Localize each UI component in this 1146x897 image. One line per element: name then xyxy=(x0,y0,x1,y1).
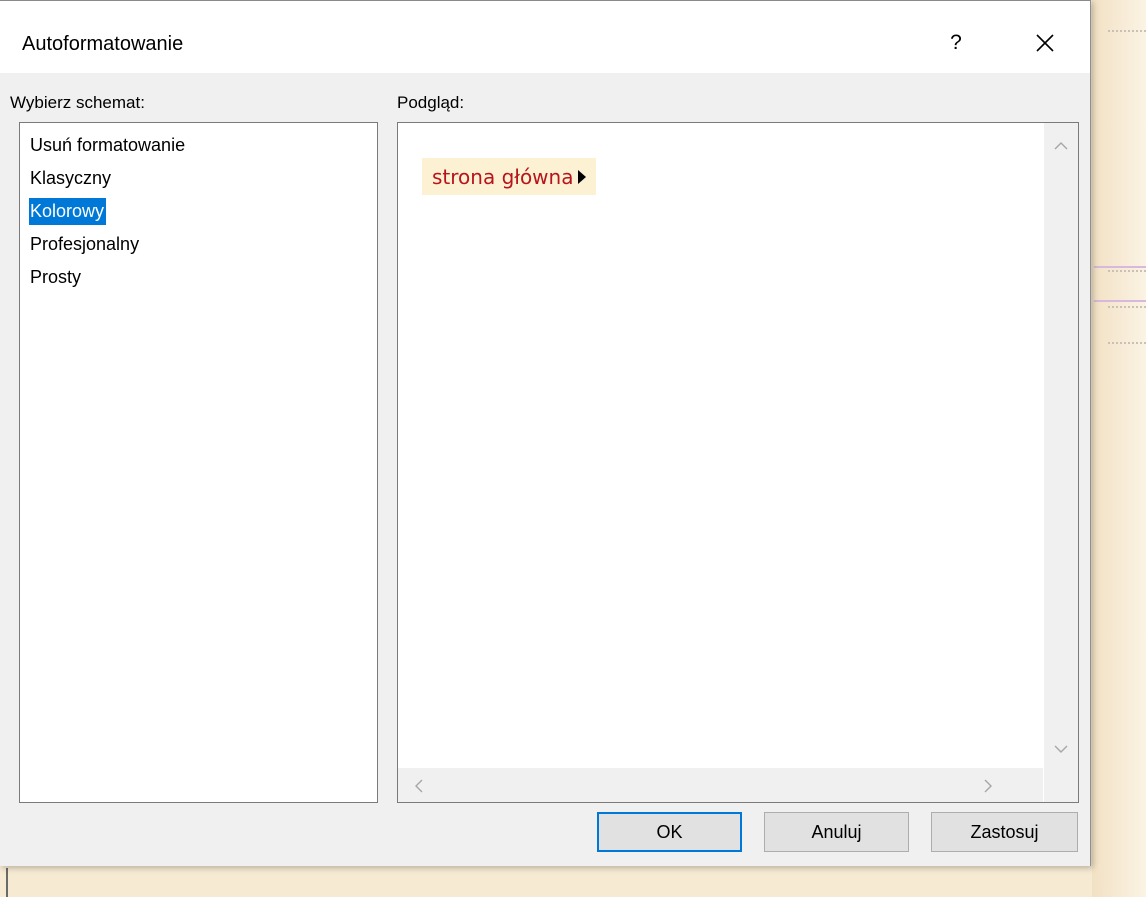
background-divider xyxy=(6,868,8,897)
scheme-item-professional[interactable]: Profesjonalny xyxy=(30,228,377,261)
scheme-item-label: Klasyczny xyxy=(30,168,112,188)
background-app-area xyxy=(1092,0,1146,897)
scheme-item-label: Prosty xyxy=(30,267,82,287)
background-divider xyxy=(1108,342,1146,344)
preview-sitemap-path: strona główna xyxy=(422,158,597,195)
background-divider xyxy=(1108,270,1146,272)
chevron-up-icon[interactable] xyxy=(1053,138,1069,154)
autoformat-dialog: Autoformatowanie ? Wybierz schemat: Podg… xyxy=(0,0,1091,866)
background-divider xyxy=(1108,306,1146,308)
background-divider xyxy=(1094,266,1146,268)
background-app-area xyxy=(0,866,1092,897)
dialog-titlebar: Autoformatowanie ? xyxy=(0,1,1090,73)
ok-button[interactable]: OK xyxy=(597,812,742,852)
chevron-right-icon[interactable] xyxy=(980,778,996,794)
horizontal-scrollbar[interactable] xyxy=(398,768,1043,802)
chevron-left-icon[interactable] xyxy=(411,778,427,794)
scheme-item-remove-formatting[interactable]: Usuń formatowanie xyxy=(30,129,377,162)
scheme-item-classic[interactable]: Klasyczny xyxy=(30,162,377,195)
preview-label: Podgląd: xyxy=(397,93,465,112)
scheme-item-label: Profesjonalny xyxy=(30,234,140,254)
close-icon xyxy=(1036,34,1054,52)
vertical-scrollbar[interactable] xyxy=(1044,123,1078,768)
scheme-item-colorful[interactable]: Kolorowy xyxy=(29,195,377,228)
scheme-list[interactable]: Usuń formatowanie Klasyczny Kolorowy Pro… xyxy=(19,122,378,803)
preview-root-node: strona główna xyxy=(432,164,574,189)
scheme-item-label: Usuń formatowanie xyxy=(30,135,186,155)
preview-pane: strona główna xyxy=(397,122,1079,803)
apply-button[interactable]: Zastosuj xyxy=(931,812,1078,852)
scheme-item-simple[interactable]: Prosty xyxy=(30,261,377,294)
help-button[interactable]: ? xyxy=(935,23,977,63)
triangle-right-icon xyxy=(578,170,587,184)
cancel-button[interactable]: Anuluj xyxy=(764,812,909,852)
background-divider xyxy=(1094,300,1146,302)
scheme-list-label: Wybierz schemat: xyxy=(10,93,145,112)
dialog-title: Autoformatowanie xyxy=(22,33,184,55)
scrollbar-corner xyxy=(1044,768,1078,802)
background-divider xyxy=(1108,30,1146,32)
chevron-down-icon[interactable] xyxy=(1053,741,1069,757)
close-button[interactable] xyxy=(1022,23,1068,63)
scheme-item-label: Kolorowy xyxy=(29,198,107,225)
